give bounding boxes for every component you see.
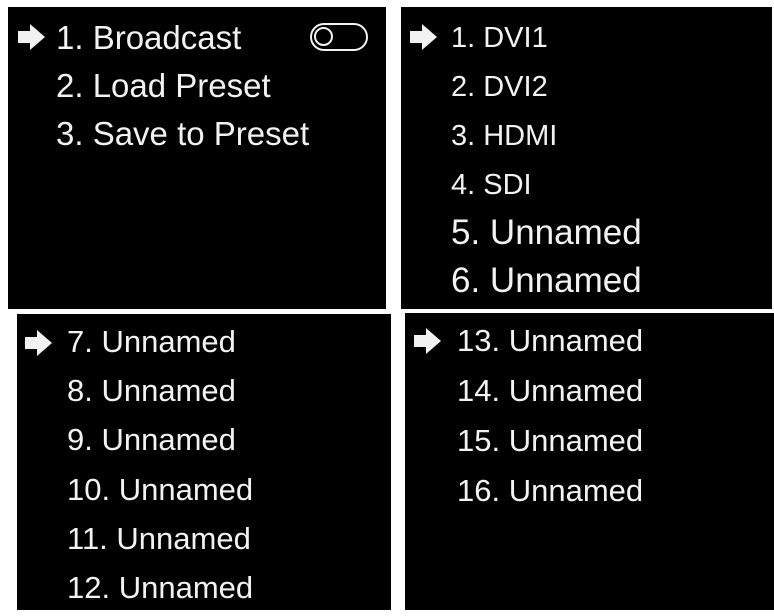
menu-item-label: 1. Broadcast bbox=[56, 19, 242, 56]
preset-item[interactable]: 6. Unnamed bbox=[401, 263, 772, 307]
menu-item-label: 3. Save to Preset bbox=[56, 115, 310, 152]
preset-label: 16. Unnamed bbox=[457, 473, 644, 508]
menu-item-label: 2. Load Preset bbox=[56, 67, 271, 104]
toggle-knob-icon bbox=[314, 27, 333, 46]
preset-item[interactable]: 1. DVI1 bbox=[401, 21, 772, 65]
arrow-right-icon bbox=[25, 330, 52, 356]
arrow-right-icon bbox=[18, 24, 45, 50]
preset-label: 1. DVI1 bbox=[451, 22, 548, 54]
main-menu-panel: 1. Broadcast 2. Load Preset 3. Save to P… bbox=[8, 7, 386, 309]
preset-item[interactable]: 10. Unnamed bbox=[17, 474, 391, 518]
menu-item-broadcast[interactable]: 1. Broadcast bbox=[8, 21, 386, 65]
preset-list-panel-1: 1. DVI1 2. DVI2 3. HDMI 4. SDI 5. Unname… bbox=[401, 7, 772, 309]
preset-item[interactable]: 14. Unnamed bbox=[405, 375, 774, 419]
preset-label: 13. Unnamed bbox=[457, 323, 644, 358]
preset-label: 15. Unnamed bbox=[457, 423, 644, 458]
preset-label: 14. Unnamed bbox=[457, 373, 644, 408]
preset-label: 8. Unnamed bbox=[67, 373, 236, 408]
menu-item-save-to-preset[interactable]: 3. Save to Preset bbox=[8, 117, 386, 161]
preset-item[interactable]: 16. Unnamed bbox=[405, 475, 774, 519]
preset-label: 9. Unnamed bbox=[67, 422, 236, 457]
preset-label: 3. HDMI bbox=[451, 120, 558, 152]
preset-item[interactable]: 8. Unnamed bbox=[17, 375, 391, 419]
preset-label: 7. Unnamed bbox=[67, 324, 236, 359]
preset-item[interactable]: 9. Unnamed bbox=[17, 424, 391, 468]
preset-label: 2. DVI2 bbox=[451, 71, 548, 103]
preset-item[interactable]: 5. Unnamed bbox=[401, 215, 772, 259]
preset-item[interactable]: 4. SDI bbox=[401, 168, 772, 212]
preset-label: 5. Unnamed bbox=[451, 213, 642, 252]
preset-label: 11. Unnamed bbox=[67, 521, 251, 556]
preset-label: 4. SDI bbox=[451, 169, 532, 201]
menu-item-load-preset[interactable]: 2. Load Preset bbox=[8, 69, 386, 113]
preset-label: 10. Unnamed bbox=[67, 472, 254, 507]
preset-item[interactable]: 13. Unnamed bbox=[405, 325, 774, 369]
preset-item[interactable]: 3. HDMI bbox=[401, 119, 772, 163]
arrow-right-icon bbox=[414, 328, 441, 354]
preset-item[interactable]: 2. DVI2 bbox=[401, 70, 772, 114]
broadcast-toggle[interactable] bbox=[310, 23, 368, 51]
preset-label: 6. Unnamed bbox=[451, 261, 642, 300]
preset-label: 12. Unnamed bbox=[67, 570, 254, 605]
preset-list-panel-2: 7. Unnamed 8. Unnamed 9. Unnamed 10. Unn… bbox=[17, 314, 391, 610]
preset-list-panel-3: 13. Unnamed 14. Unnamed 15. Unnamed 16. … bbox=[405, 313, 774, 610]
arrow-right-icon bbox=[410, 24, 437, 50]
preset-item[interactable]: 7. Unnamed bbox=[17, 326, 391, 370]
preset-item[interactable]: 11. Unnamed bbox=[17, 523, 391, 567]
preset-item[interactable]: 15. Unnamed bbox=[405, 425, 774, 469]
preset-item[interactable]: 12. Unnamed bbox=[17, 572, 391, 616]
